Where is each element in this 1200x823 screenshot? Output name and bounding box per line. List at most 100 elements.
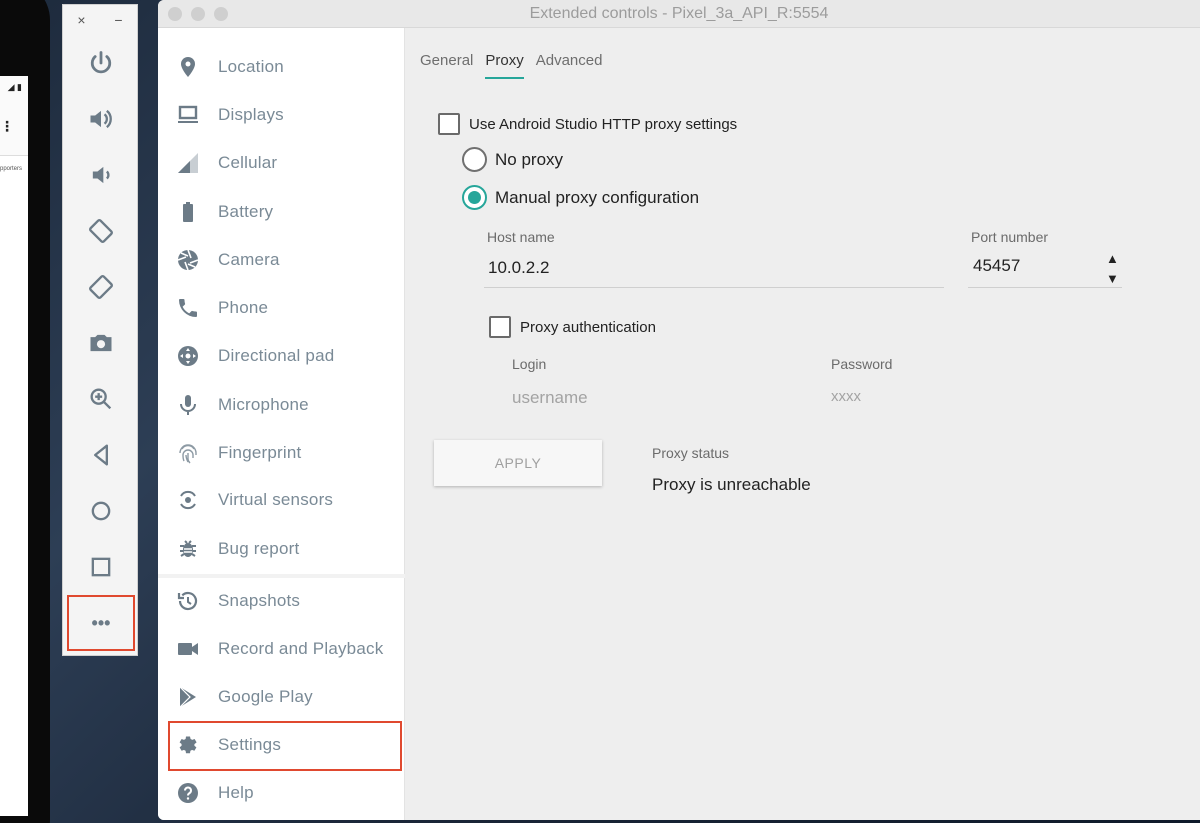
settings-content: General Proxy Advanced Use Android Studi… [406,28,1200,820]
volume-up-button[interactable] [63,91,139,147]
display-icon [178,105,198,123]
radio-button[interactable] [462,147,487,172]
sidebar-item-label: Location [218,57,284,76]
sidebar-item-bug-report[interactable]: Bug report [158,529,405,569]
minimize-icon[interactable]: − [114,12,122,28]
sidebar-item-label: Google Play [218,687,313,706]
tab-proxy[interactable]: Proxy [485,52,524,79]
window-minimize-icon[interactable] [191,7,205,21]
title-bar: Extended controls - Pixel_3a_API_R:5554 [158,0,1200,28]
battery-icon [183,202,193,222]
sidebar-item-cellular[interactable]: Cellular [158,143,405,183]
overview-button[interactable] [63,539,139,595]
sidebar-item-label: Cellular [218,153,278,172]
emulator-toolbar: × − ••• [62,4,138,656]
device-screen[interactable]: ◢ ▮ ⋮ pporters [0,76,28,816]
cellular-icon [178,153,198,173]
sidebar-item-directional-pad[interactable]: Directional pad [158,336,405,376]
sidebar-item-label: Displays [218,105,284,124]
manual-proxy-label: Manual proxy configuration [495,187,700,207]
password-field[interactable]: xxxx [831,388,861,405]
tab-general[interactable]: General [420,52,473,79]
proxy-auth-label: Proxy authentication [520,318,656,336]
power-icon [90,51,112,74]
sidebar-item-battery[interactable]: Battery [158,192,405,232]
sidebar-item-help[interactable]: Help [158,773,405,813]
rotate-left-button[interactable] [63,203,139,259]
apply-button[interactable]: APPLY [434,440,602,486]
proxy-auth-checkbox[interactable]: Proxy authentication [489,316,656,338]
sidebar-item-snapshots[interactable]: Snapshots [158,581,405,621]
app-header-card: ◢ ▮ ⋮ [0,76,28,156]
stepper-down-icon[interactable]: ▼ [1106,269,1119,289]
radio-button-selected[interactable] [462,185,487,210]
use-studio-proxy-checkbox[interactable]: Use Android Studio HTTP proxy settings [438,113,737,135]
window-close-icon[interactable] [168,7,182,21]
back-icon [94,444,109,466]
sidebar: Location Displays Cellular Battery Camer… [158,28,405,820]
rotate-right-button[interactable] [63,259,139,315]
checkbox-box[interactable] [489,316,511,338]
tab-advanced[interactable]: Advanced [536,52,603,79]
window-zoom-icon[interactable] [214,7,228,21]
sidebar-item-virtual-sensors[interactable]: Virtual sensors [158,480,405,520]
port-number-label: Port number [971,229,1049,245]
settings-highlight [168,721,402,771]
back-button[interactable] [63,427,139,483]
close-icon[interactable]: × [77,12,85,28]
sidebar-item-label: Camera [218,250,280,269]
port-number-underline [968,287,1122,288]
sidebar-item-label: Microphone [218,395,309,414]
camera-icon [90,334,112,352]
port-number-field[interactable]: 45457 [973,256,1020,276]
volume-up-icon [90,109,112,129]
manual-proxy-radio[interactable]: Manual proxy configuration [462,185,699,210]
window-traffic-lights [168,7,228,21]
login-field[interactable]: username [512,388,588,408]
proxy-status-label: Proxy status [652,445,730,461]
login-label: Login [512,356,547,372]
sidebar-item-label: Phone [218,298,269,317]
home-button[interactable] [63,483,139,539]
screenshot-button[interactable] [63,315,139,371]
fingerprint-icon [179,444,197,464]
sidebar-item-displays[interactable]: Displays [158,95,405,135]
sidebar-item-label: Directional pad [218,346,335,365]
extended-controls-window: Extended controls - Pixel_3a_API_R:5554 … [158,0,1200,820]
sidebar-item-microphone[interactable]: Microphone [158,385,405,425]
status-icons: ◢ ▮ [7,82,22,92]
sidebar-item-label: Virtual sensors [218,490,334,509]
sidebar-item-google-play[interactable]: Google Play [158,677,405,717]
overview-icon [91,557,111,577]
volume-down-button[interactable] [63,147,139,203]
sidebar-item-camera[interactable]: Camera [158,240,405,280]
stepper-up-icon[interactable]: ▲ [1106,249,1119,269]
power-button[interactable] [63,35,139,91]
zoom-button[interactable] [63,371,139,427]
app-text-snippet: pporters [0,166,23,172]
use-studio-proxy-label: Use Android Studio HTTP proxy settings [469,115,738,133]
proxy-status-value: Proxy is unreachable [652,475,811,494]
checkbox-box[interactable] [438,113,460,135]
overflow-menu-icon[interactable]: ⋮ [0,118,14,135]
sidebar-item-phone[interactable]: Phone [158,288,405,328]
host-name-label: Host name [487,229,555,245]
sidebar-item-record-playback[interactable]: Record and Playback [158,629,405,669]
sidebar-item-location[interactable]: Location [158,47,405,87]
sidebar-item-fingerprint[interactable]: Fingerprint [158,433,405,473]
sidebar-item-label: Snapshots [218,591,301,610]
location-pin-icon [181,57,195,77]
camera-aperture-icon [177,249,199,271]
port-stepper[interactable]: ▲ ▼ [1106,249,1119,289]
host-name-field[interactable]: 10.0.2.2 [488,258,549,278]
password-label: Password [831,356,893,372]
microphone-icon [180,395,196,415]
help-icon [178,783,198,803]
no-proxy-label: No proxy [495,149,564,169]
tab-bar: General Proxy Advanced [420,52,602,79]
sidebar-item-label: Record and Playback [218,639,384,658]
no-proxy-radio[interactable]: No proxy [462,147,563,172]
home-icon [91,501,111,521]
sidebar-item-label: Fingerprint [218,443,302,462]
history-icon [177,591,198,611]
